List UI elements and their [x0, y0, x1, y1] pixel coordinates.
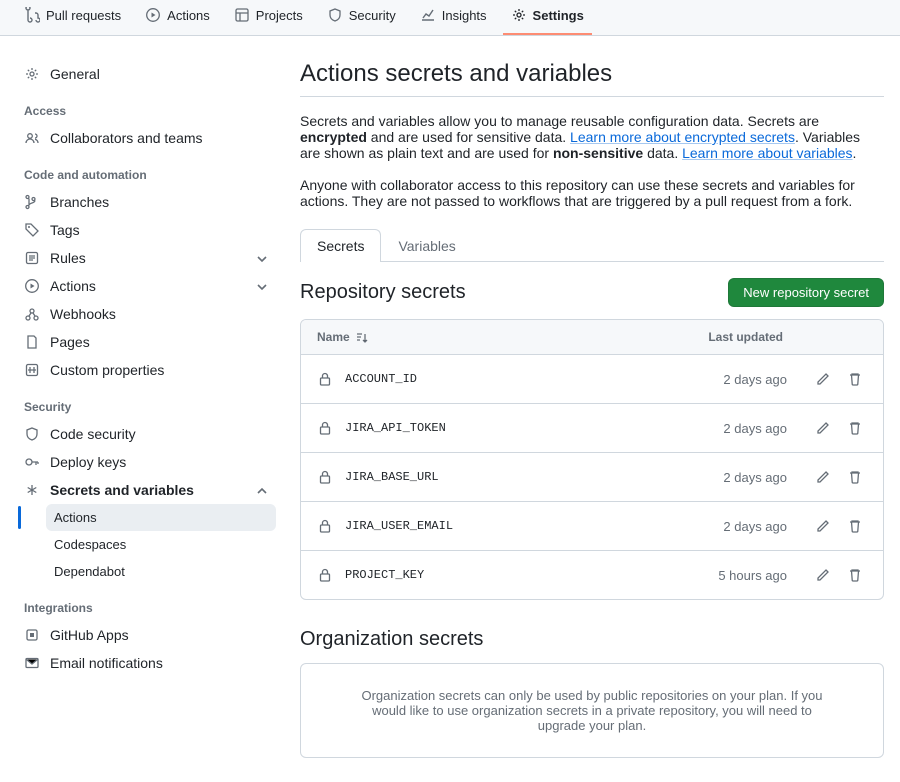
lock-icon	[317, 567, 333, 583]
page-title: Actions secrets and variables	[300, 60, 884, 97]
secret-name: ACCOUNT_ID	[345, 372, 417, 386]
lock-icon	[317, 469, 333, 485]
secret-row: JIRA_API_TOKEN 2 days ago	[301, 404, 883, 453]
gear-icon	[24, 66, 40, 82]
tab-settings[interactable]: Settings	[503, 0, 592, 35]
tab-variables[interactable]: Variables	[381, 229, 472, 262]
edit-secret-button[interactable]	[811, 563, 835, 587]
secret-row: JIRA_USER_EMAIL 2 days ago	[301, 502, 883, 551]
sidebar-group-integrations: Integrations	[16, 585, 276, 621]
sidebar-item-actions[interactable]: Actions	[16, 272, 276, 300]
description-1: Secrets and variables allow you to manag…	[300, 113, 884, 161]
sidebar-item-pages[interactable]: Pages	[16, 328, 276, 356]
edit-secret-button[interactable]	[811, 465, 835, 489]
main-content: Actions secrets and variables Secrets an…	[300, 60, 884, 758]
delete-secret-button[interactable]	[843, 465, 867, 489]
secret-updated: 2 days ago	[723, 421, 787, 436]
secret-name: JIRA_API_TOKEN	[345, 421, 446, 435]
delete-secret-button[interactable]	[843, 563, 867, 587]
sidebar-sub-codespaces[interactable]: Codespaces	[46, 531, 276, 558]
secret-updated: 5 hours ago	[718, 568, 787, 583]
secret-row: PROJECT_KEY 5 hours ago	[301, 551, 883, 599]
org-secrets-notice: Organization secrets can only be used by…	[300, 663, 884, 758]
chevron-down-icon	[254, 251, 268, 265]
branch-icon	[24, 194, 40, 210]
page-icon	[24, 334, 40, 350]
sidebar-group-code: Code and automation	[16, 152, 276, 188]
sidebar-item-collaborators[interactable]: Collaborators and teams	[16, 124, 276, 152]
secrets-table: Name Last updated ACCOUNT_ID2 days agoJI…	[300, 319, 884, 600]
repo-nav: Pull requests Actions Projects Security …	[0, 0, 900, 36]
edit-secret-button[interactable]	[811, 367, 835, 391]
sidebar-sub-dependabot[interactable]: Dependabot	[46, 558, 276, 585]
edit-secret-button[interactable]	[811, 416, 835, 440]
link-learn-secrets[interactable]: Learn more about encrypted secrets	[570, 129, 795, 145]
delete-secret-button[interactable]	[843, 367, 867, 391]
link-learn-variables[interactable]: Learn more about variables	[682, 145, 852, 161]
tab-actions[interactable]: Actions	[137, 0, 218, 35]
key-icon	[24, 454, 40, 470]
people-icon	[24, 130, 40, 146]
description-2: Anyone with collaborator access to this …	[300, 177, 884, 209]
column-name[interactable]: Name	[317, 330, 368, 344]
play-icon	[24, 278, 40, 294]
sidebar-item-secrets-variables[interactable]: Secrets and variables	[16, 476, 276, 504]
secret-row: ACCOUNT_ID 2 days ago	[301, 355, 883, 404]
sidebar-item-tags[interactable]: Tags	[16, 216, 276, 244]
webhook-icon	[24, 306, 40, 322]
secret-row: JIRA_BASE_URL 2 days ago	[301, 453, 883, 502]
sidebar-group-access: Access	[16, 88, 276, 124]
shield-icon	[24, 426, 40, 442]
tab-pull-requests[interactable]: Pull requests	[16, 0, 129, 35]
asterisk-icon	[24, 482, 40, 498]
secrets-variables-tabs: Secrets Variables	[300, 229, 884, 262]
sidebar-item-github-apps[interactable]: GitHub Apps	[16, 621, 276, 649]
secret-name: JIRA_BASE_URL	[345, 470, 439, 484]
mail-icon	[24, 655, 40, 671]
chevron-up-icon	[254, 483, 268, 497]
repo-secrets-heading: Repository secrets	[300, 281, 466, 304]
settings-sidebar: General Access Collaborators and teams C…	[16, 60, 276, 758]
tag-icon	[24, 222, 40, 238]
tab-security[interactable]: Security	[319, 0, 404, 35]
sidebar-item-webhooks[interactable]: Webhooks	[16, 300, 276, 328]
tab-insights[interactable]: Insights	[412, 0, 495, 35]
sidebar-item-general[interactable]: General	[16, 60, 276, 88]
sidebar-item-email-notifications[interactable]: Email notifications	[16, 649, 276, 677]
sidebar-item-custom-properties[interactable]: Custom properties	[16, 356, 276, 384]
sort-icon	[354, 330, 368, 344]
lock-icon	[317, 371, 333, 387]
new-repository-secret-button[interactable]: New repository secret	[728, 278, 884, 307]
chevron-down-icon	[254, 279, 268, 293]
app-icon	[24, 627, 40, 643]
sidebar-item-rules[interactable]: Rules	[16, 244, 276, 272]
secret-name: PROJECT_KEY	[345, 568, 424, 582]
org-secrets-heading: Organization secrets	[300, 628, 884, 651]
sidebar-item-deploy-keys[interactable]: Deploy keys	[16, 448, 276, 476]
secret-updated: 2 days ago	[723, 470, 787, 485]
secret-updated: 2 days ago	[723, 372, 787, 387]
delete-secret-button[interactable]	[843, 514, 867, 538]
edit-secret-button[interactable]	[811, 514, 835, 538]
sidebar-group-security: Security	[16, 384, 276, 420]
lock-icon	[317, 518, 333, 534]
tab-projects[interactable]: Projects	[226, 0, 311, 35]
secret-name: JIRA_USER_EMAIL	[345, 519, 453, 533]
lock-icon	[317, 420, 333, 436]
column-last-updated: Last updated	[708, 330, 783, 344]
sidebar-item-code-security[interactable]: Code security	[16, 420, 276, 448]
secret-updated: 2 days ago	[723, 519, 787, 534]
sidebar-sub-actions[interactable]: Actions	[46, 504, 276, 531]
rules-icon	[24, 250, 40, 266]
custom-icon	[24, 362, 40, 378]
sidebar-item-branches[interactable]: Branches	[16, 188, 276, 216]
tab-secrets[interactable]: Secrets	[300, 229, 381, 262]
delete-secret-button[interactable]	[843, 416, 867, 440]
